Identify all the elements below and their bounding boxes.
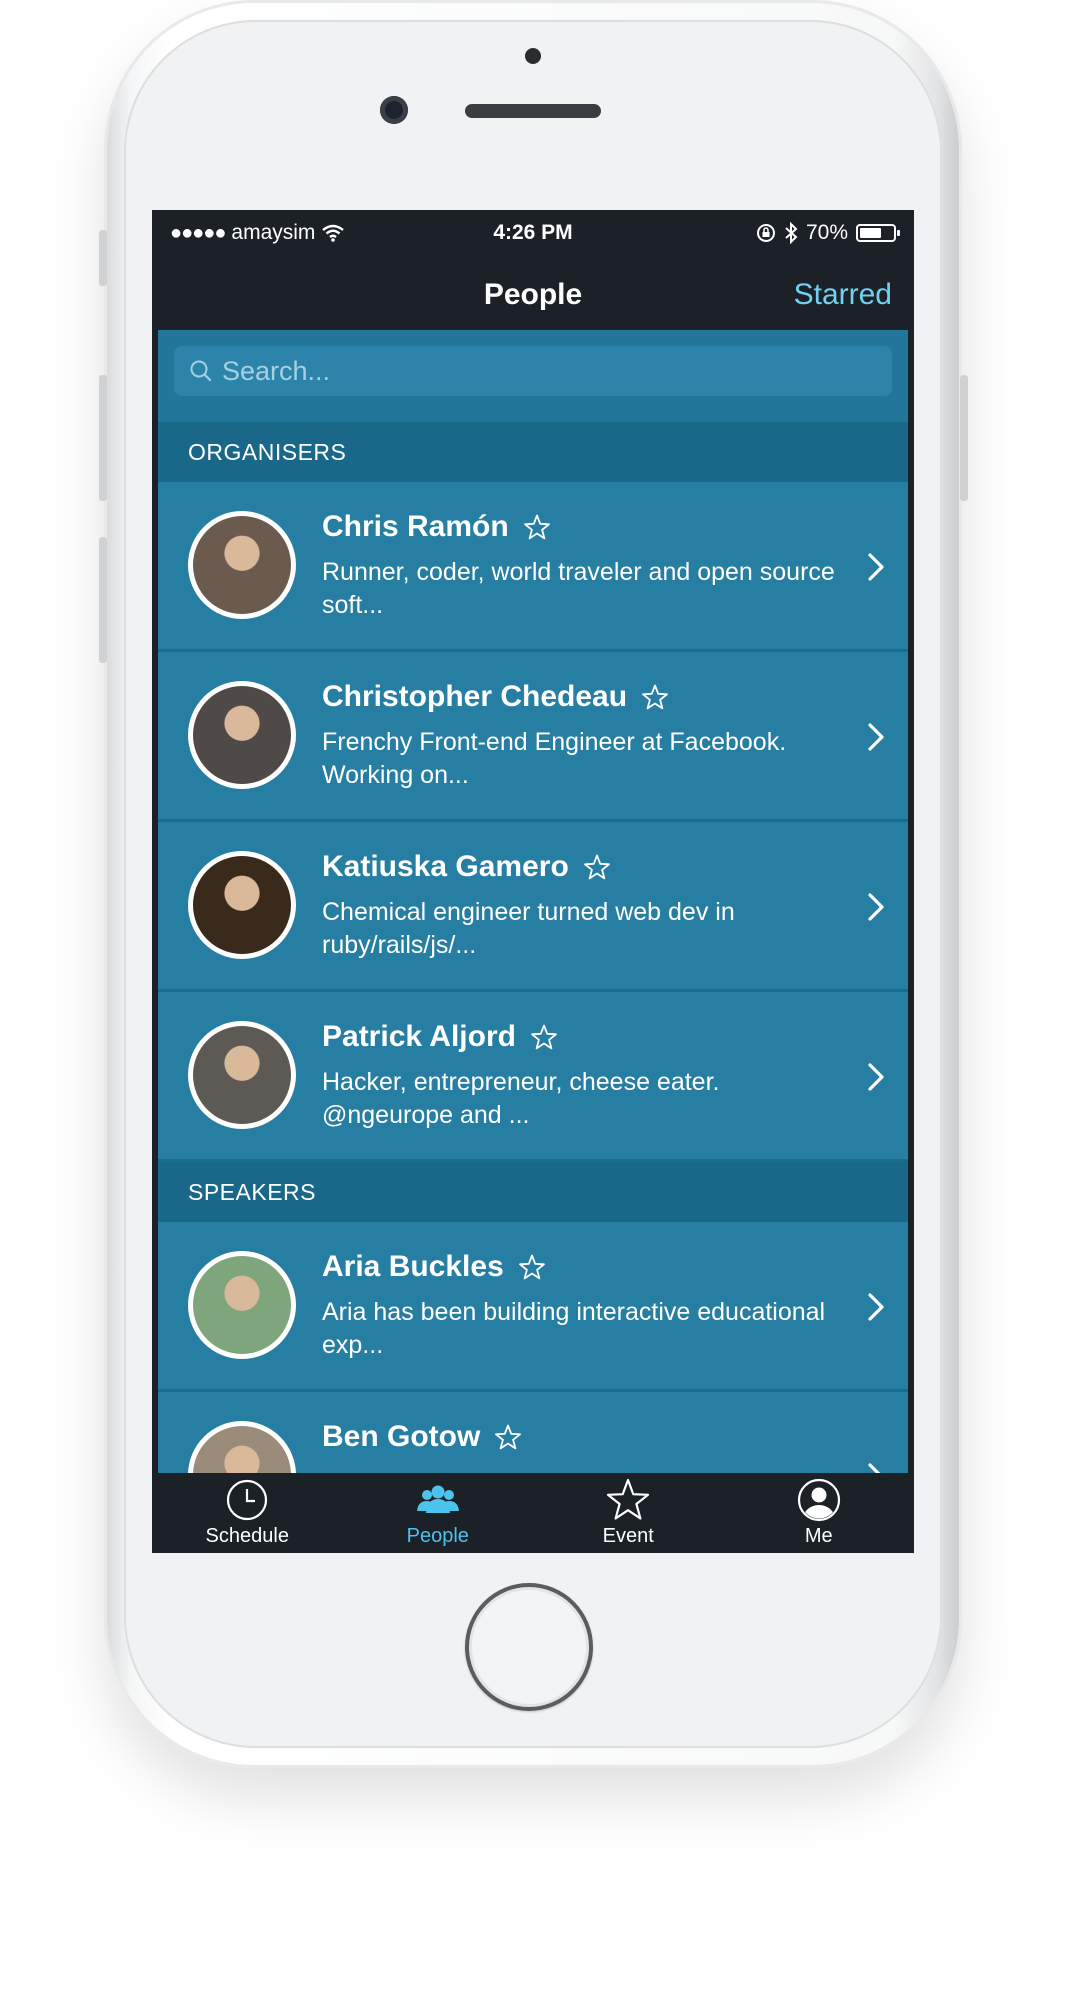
proximity-sensor [525, 48, 541, 64]
tab-label: Me [804, 1525, 833, 1547]
person-row[interactable]: Aria Buckles Aria has been building inte… [158, 1222, 908, 1392]
battery-level [860, 228, 882, 238]
person-name: Ben Gotow [322, 1420, 481, 1453]
avatar-photo [193, 686, 291, 784]
person-name: Patrick Aljord [322, 1020, 516, 1053]
people-list[interactable]: ORGANISERS Chris Ramón Runner, coder, wo… [158, 330, 908, 1473]
person-bio: Chemical engineer turned web dev in ruby… [322, 898, 735, 959]
star-outline-icon[interactable] [641, 683, 669, 711]
person-name: Aria Buckles [322, 1250, 504, 1283]
person-row[interactable]: Ben Gotow [158, 1392, 908, 1473]
person-name-line: Aria Buckles [322, 1250, 546, 1284]
tab-me[interactable]: Me [724, 1473, 915, 1553]
avatar [188, 1421, 296, 1473]
volume-down-button [99, 537, 107, 663]
star-outline-icon[interactable] [530, 1023, 558, 1051]
power-button [960, 375, 968, 501]
chevron-right-icon [868, 1293, 884, 1321]
search-field[interactable] [174, 346, 892, 396]
avatar-photo [193, 856, 291, 954]
clock-icon [227, 1479, 268, 1521]
people-icon [416, 1485, 459, 1513]
person-bio: Runner, coder, world traveler and open s… [322, 558, 835, 619]
person-row[interactable]: Katiuska Gamero Chemical engineer turned… [158, 822, 908, 992]
person-name: Christopher Chedeau [322, 680, 628, 713]
tab-label: Event [602, 1525, 654, 1547]
search-icon [190, 360, 212, 382]
avatar [188, 681, 296, 789]
tab-label: Schedule [205, 1525, 289, 1547]
avatar-photo [193, 1426, 291, 1473]
rotation-lock-icon [756, 224, 775, 242]
battery-percent: 70% [805, 221, 848, 244]
bluetooth-icon [785, 222, 798, 244]
star-outline-icon[interactable] [583, 853, 611, 881]
person-bio: Hacker, entrepreneur, cheese eater. @nge… [322, 1068, 720, 1129]
person-name-line: Chris Ramón [322, 510, 551, 544]
person-row[interactable]: Christopher Chedeau Frenchy Front-end En… [158, 652, 908, 822]
search-bar [158, 330, 908, 422]
avatar-photo [193, 516, 291, 614]
battery-icon [856, 224, 900, 242]
person-name: Chris Ramón [322, 510, 509, 543]
chevron-right-icon [868, 723, 884, 751]
status-indicators: 70% [756, 221, 900, 245]
earpiece-speaker [465, 104, 601, 118]
search-input[interactable] [222, 355, 862, 387]
avatar [188, 1251, 296, 1359]
section-header-speakers: SPEAKERS [158, 1162, 908, 1222]
status-bar: ●●●●● amaysim 4:26 PM 70% [152, 210, 914, 254]
volume-up-button [99, 375, 107, 501]
chevron-right-icon [868, 1463, 881, 1473]
starred-button[interactable]: Starred [794, 278, 892, 312]
user-icon [797, 1478, 840, 1522]
avatar [188, 1021, 296, 1129]
star-outline-icon[interactable] [518, 1253, 546, 1281]
tab-label: People [406, 1525, 469, 1547]
tab-event[interactable]: Event [533, 1473, 724, 1553]
front-camera [380, 96, 408, 124]
section-header-organisers: ORGANISERS [158, 422, 908, 482]
avatar-photo [193, 1026, 291, 1124]
chevron-right-icon [868, 893, 884, 921]
person-bio: Frenchy Front-end Engineer at Facebook. … [322, 728, 787, 789]
app-screen: ●●●●● amaysim 4:26 PM 70% People Starred… [152, 210, 914, 1553]
tab-bar: Schedule People Event Me [152, 1473, 914, 1553]
person-name: Katiuska Gamero [322, 850, 569, 883]
avatar-photo [193, 1256, 291, 1354]
avatar [188, 511, 296, 619]
person-name-line: Katiuska Gamero [322, 850, 611, 884]
avatar [188, 851, 296, 959]
person-name-line: Patrick Aljord [322, 1020, 558, 1054]
chevron-right-icon [868, 1063, 884, 1091]
tab-schedule[interactable]: Schedule [152, 1473, 343, 1553]
tab-people[interactable]: People [343, 1473, 534, 1553]
navigation-bar: People Starred [152, 254, 914, 342]
mute-switch [99, 230, 107, 286]
person-row[interactable]: Patrick Aljord Hacker, entrepreneur, che… [158, 992, 908, 1162]
chevron-right-icon [868, 553, 884, 581]
person-bio: Aria has been building interactive educa… [322, 1298, 826, 1359]
home-button[interactable] [465, 1583, 593, 1711]
star-outline-icon[interactable] [523, 513, 551, 541]
star-outline-icon[interactable] [494, 1423, 522, 1451]
person-row[interactable]: Chris Ramón Runner, coder, world travele… [158, 482, 908, 652]
star-icon [607, 1478, 650, 1520]
person-name-line: Christopher Chedeau [322, 680, 669, 714]
person-name-line: Ben Gotow [322, 1420, 522, 1454]
